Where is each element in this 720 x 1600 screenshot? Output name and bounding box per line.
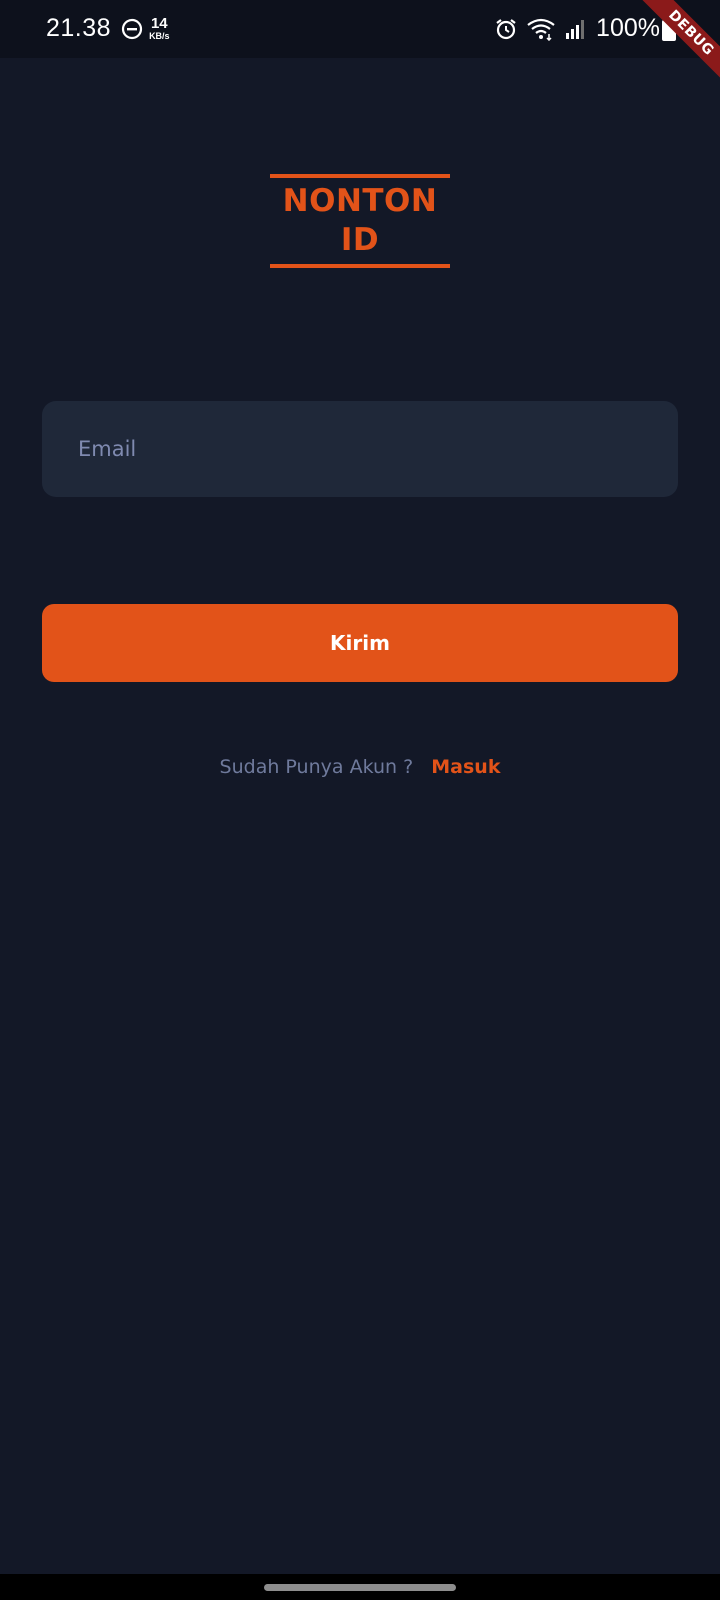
home-indicator[interactable] [264,1584,456,1591]
net-speed: 14 KB/s [149,16,170,41]
net-speed-value: 14 [150,15,168,32]
app-logo: NONTON ID [270,174,450,268]
net-speed-unit: KB/s [149,31,170,41]
signal-icon [566,19,585,39]
logo-text: NONTON ID [270,178,450,264]
wifi-icon [527,18,555,41]
email-field[interactable] [42,401,678,497]
logo-line-2: ID [340,222,380,258]
dnd-icon [121,18,143,39]
login-link[interactable]: Masuk [431,756,500,778]
logo-bottom-line [270,264,450,268]
status-right: 100% [494,14,660,43]
status-bar: 21.38 14 KB/s 100% DEBUG [0,0,720,94]
logo-line-1: NONTON [282,183,438,219]
battery-percent: 100% [596,14,660,42]
login-prompt: Sudah Punya Akun ? Masuk [0,756,720,778]
alarm-icon [496,18,516,39]
login-question: Sudah Punya Akun ? [219,756,414,778]
status-left: 21.38 14 KB/s [46,14,170,43]
submit-button[interactable]: Kirim [42,604,678,682]
status-time: 21.38 [46,14,112,42]
